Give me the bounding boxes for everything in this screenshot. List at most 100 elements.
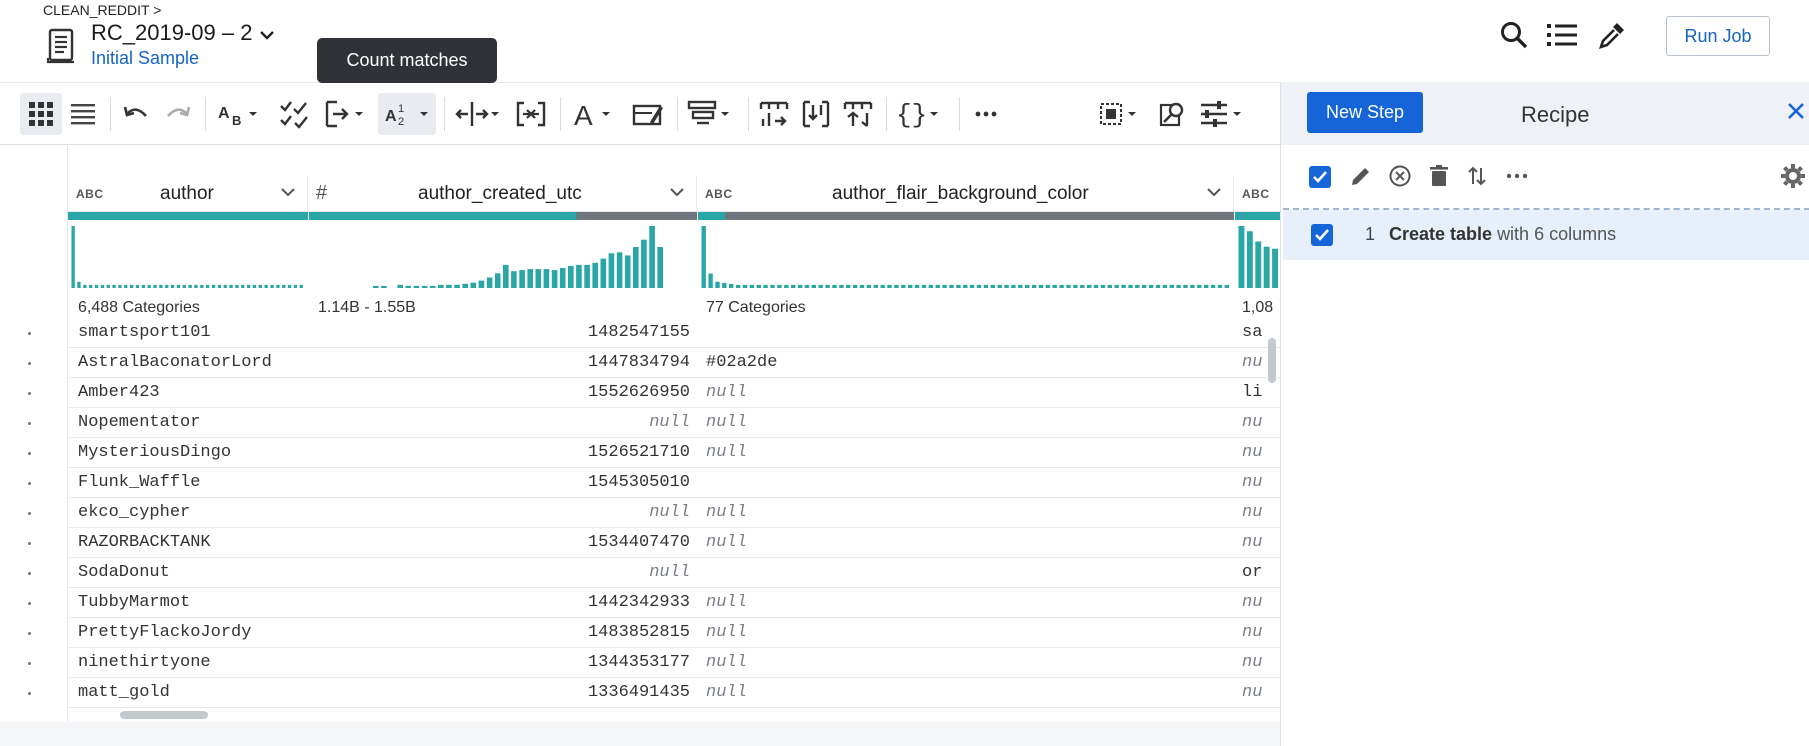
horizontal-scrollbar[interactable]: [120, 711, 208, 719]
histogram-bar[interactable]: [894, 284, 899, 288]
table-cell[interactable]: 1336491435: [312, 678, 690, 708]
histogram-bar[interactable]: [200, 284, 204, 288]
histogram-bar[interactable]: [735, 284, 741, 288]
histogram-bar[interactable]: [413, 285, 420, 288]
table-cell[interactable]: smartsport101: [78, 318, 303, 348]
redo-icon[interactable]: [160, 93, 196, 135]
histogram-bar[interactable]: [1114, 284, 1119, 288]
more-icon[interactable]: [1503, 162, 1531, 190]
table-cell[interactable]: #02a2de: [706, 348, 1226, 378]
sample-link[interactable]: Initial Sample: [91, 48, 199, 69]
histogram-bar[interactable]: [252, 284, 257, 288]
histogram-bar[interactable]: [83, 284, 87, 288]
histogram-bar[interactable]: [1011, 284, 1016, 288]
chevron-down-icon[interactable]: [670, 184, 684, 202]
delete-icon[interactable]: [1425, 162, 1453, 190]
histogram-bar[interactable]: [1255, 241, 1262, 289]
histogram-bar[interactable]: [990, 284, 995, 288]
quality-bar[interactable]: [1235, 212, 1280, 220]
table-cell[interactable]: ninethirtyone: [78, 648, 303, 678]
histogram-bar[interactable]: [616, 252, 623, 288]
table-cell[interactable]: null: [706, 648, 1226, 678]
vertical-scrollbar[interactable]: [1268, 338, 1276, 383]
histogram-bar[interactable]: [438, 284, 444, 288]
histogram-bar[interactable]: [901, 284, 906, 288]
histogram-bar[interactable]: [153, 284, 157, 288]
split-column-icon[interactable]: [452, 93, 502, 135]
histogram-bar[interactable]: [633, 247, 639, 288]
close-icon[interactable]: [1783, 98, 1809, 126]
histogram-bar[interactable]: [130, 284, 134, 288]
column-header-author-created-utc[interactable]: # author_created_utc: [308, 176, 697, 212]
edit-icon[interactable]: [1347, 162, 1375, 190]
histogram-bar[interactable]: [1210, 284, 1216, 288]
table-cell[interactable]: 1526521710: [312, 438, 690, 468]
histogram-bar[interactable]: [551, 270, 558, 288]
histogram-bar[interactable]: [928, 284, 933, 288]
table-cell[interactable]: [706, 558, 1226, 588]
table-cell[interactable]: 1483852815: [312, 618, 690, 648]
eyedropper-icon[interactable]: [1595, 18, 1629, 52]
histogram-bar[interactable]: [165, 284, 169, 288]
histogram-bar[interactable]: [1176, 284, 1181, 288]
merge-icon[interactable]: [320, 93, 368, 135]
histogram-bar[interactable]: [229, 284, 233, 288]
quality-bar[interactable]: [698, 212, 1234, 220]
histogram-bar[interactable]: [657, 247, 663, 288]
histogram-bar[interactable]: [147, 284, 151, 288]
histogram-bar[interactable]: [1135, 284, 1140, 288]
undo-icon[interactable]: [118, 93, 154, 135]
more-icon[interactable]: [968, 93, 1004, 135]
histogram-bar[interactable]: [811, 284, 816, 288]
table-cell[interactable]: nu: [1242, 468, 1276, 498]
histogram-bar[interactable]: [182, 284, 186, 288]
table-cell[interactable]: nu: [1242, 648, 1276, 678]
table-cell[interactable]: Flunk_Waffle: [78, 468, 303, 498]
table-cell[interactable]: Amber423: [78, 378, 303, 408]
table-cell[interactable]: null: [706, 378, 1226, 408]
chevron-down-icon[interactable]: [281, 184, 295, 202]
histogram-bar[interactable]: [293, 284, 298, 288]
histogram-bar[interactable]: [159, 284, 163, 288]
histogram-bar[interactable]: [519, 270, 525, 288]
histogram-bar[interactable]: [1217, 284, 1223, 288]
table-cell[interactable]: nu: [1242, 438, 1276, 468]
histogram-bar[interactable]: [176, 284, 181, 288]
histogram-bar[interactable]: [299, 284, 303, 288]
table-cell[interactable]: 1552626950: [312, 378, 690, 408]
histogram-author-flair-background-color[interactable]: [701, 224, 1231, 288]
table-cell[interactable]: matt_gold: [78, 678, 303, 708]
histogram-bar[interactable]: [942, 284, 947, 288]
pivot-icon[interactable]: [756, 93, 792, 135]
restructure-icon[interactable]: [840, 93, 876, 135]
histogram-bar[interactable]: [241, 284, 245, 288]
histogram-bar[interactable]: [494, 273, 501, 288]
histogram-bar[interactable]: [206, 284, 210, 288]
histogram-bar[interactable]: [1169, 284, 1174, 288]
histogram-bar[interactable]: [373, 285, 379, 288]
histogram-bar[interactable]: [527, 269, 533, 288]
histogram-bar[interactable]: [118, 284, 122, 288]
histogram-bar[interactable]: [381, 285, 387, 288]
table-cell[interactable]: or: [1242, 558, 1276, 588]
histogram-bar[interactable]: [1018, 284, 1023, 288]
table-cell[interactable]: null: [706, 438, 1226, 468]
table-cell[interactable]: null: [312, 408, 690, 438]
histogram-bar[interactable]: [264, 284, 268, 288]
histogram-bar[interactable]: [223, 284, 227, 288]
table-cell[interactable]: [706, 318, 1226, 348]
step-checkbox[interactable]: [1311, 224, 1333, 246]
histogram-bar[interactable]: [1183, 284, 1188, 288]
histogram-bar[interactable]: [135, 284, 140, 288]
histogram-bar[interactable]: [722, 282, 727, 288]
histogram-bar[interactable]: [1059, 284, 1064, 288]
table-cell[interactable]: SodaDonut: [78, 558, 303, 588]
histogram-bar[interactable]: [89, 284, 93, 288]
histogram-bar[interactable]: [503, 264, 509, 288]
histogram-bar[interactable]: [276, 284, 280, 288]
histogram-bar[interactable]: [935, 284, 940, 288]
histogram-partial[interactable]: [1238, 224, 1280, 288]
histogram-bar[interactable]: [1087, 284, 1092, 288]
new-step-button[interactable]: New Step: [1307, 92, 1423, 133]
histogram-bar[interactable]: [1004, 284, 1009, 288]
